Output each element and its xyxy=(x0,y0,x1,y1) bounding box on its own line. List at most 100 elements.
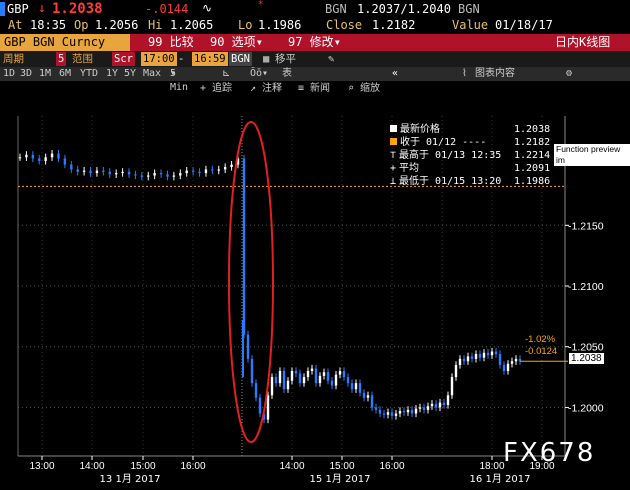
settings-gear-icon[interactable]: ⚙ xyxy=(566,67,572,81)
candle-body xyxy=(498,354,502,365)
candle-body xyxy=(95,170,99,174)
candle-body xyxy=(298,373,302,384)
candle-body xyxy=(458,358,462,365)
candle-body xyxy=(370,395,374,408)
bid-ask: 1.2037/1.2040 xyxy=(357,2,451,16)
range-max[interactable]: Max xyxy=(143,67,161,81)
legend-swatch-white xyxy=(390,125,397,132)
candle-body xyxy=(114,173,118,175)
candle-body xyxy=(217,169,220,171)
legend-swatch-orange xyxy=(390,138,397,145)
candle-body xyxy=(322,372,326,376)
candle-body xyxy=(346,377,350,384)
to-time-field[interactable]: 16:59 xyxy=(192,52,228,66)
source-field[interactable]: BGN xyxy=(229,52,252,66)
candle-body xyxy=(342,371,346,378)
chart-content-button[interactable]: 图表内容 xyxy=(475,67,515,81)
range-1y[interactable]: 1Y xyxy=(106,67,118,81)
candle-body xyxy=(63,158,67,165)
options-menu[interactable]: 90 选项▾ xyxy=(210,34,263,51)
candle-body xyxy=(354,383,358,390)
x-tick-label: 16:00 xyxy=(379,461,404,472)
candle-body xyxy=(394,413,398,416)
last-price: 1.2038 xyxy=(52,1,103,17)
highlight-ellipse xyxy=(228,121,274,443)
candle-body xyxy=(414,408,418,414)
candle-body xyxy=(246,334,250,359)
candle-body xyxy=(334,374,338,386)
legend-low: ⊥ 最低于 01/15 13:20 xyxy=(390,176,501,188)
candle-body xyxy=(314,368,318,384)
legend-avg: + 平均 xyxy=(390,163,419,175)
track-button[interactable]: 追踪 xyxy=(212,82,232,96)
candle-body xyxy=(147,175,150,177)
candle-body xyxy=(223,167,227,170)
range-1m[interactable]: 1M xyxy=(39,67,51,81)
compare-button[interactable]: 99 比较 xyxy=(148,34,194,51)
candle-body xyxy=(446,395,450,405)
candle-body xyxy=(374,407,378,410)
range-6m[interactable]: 6M xyxy=(59,67,71,81)
candle-body xyxy=(50,153,54,158)
candle-body xyxy=(44,157,47,161)
range-3d[interactable]: 3D xyxy=(20,67,32,81)
candle-style-icon[interactable]: Ōō▾ xyxy=(250,67,268,81)
candle-body xyxy=(442,402,446,405)
legend-last: 最新价格 xyxy=(390,124,440,136)
candle-body xyxy=(306,371,310,378)
candle-body xyxy=(318,375,322,384)
low-marker-icon: ⊥ xyxy=(390,176,397,187)
range-1d[interactable]: 1D xyxy=(3,67,15,81)
shift-label: 移平 xyxy=(275,53,296,65)
zoom-button[interactable]: 缩放 xyxy=(360,82,380,96)
candle-body xyxy=(406,409,410,413)
candle-body xyxy=(466,356,470,362)
note-icon: ↗ xyxy=(250,83,257,94)
candle-body xyxy=(490,351,494,356)
candle-body xyxy=(426,406,430,410)
line-chart-icon[interactable]: ⊾ xyxy=(222,67,230,81)
edit-menu[interactable]: 97 修改▾ xyxy=(288,34,341,51)
zoom-icon: ⌕ xyxy=(348,83,355,94)
security-field[interactable]: GBP BGN Curncy xyxy=(0,34,130,51)
trend-icon: ∿ xyxy=(202,1,213,15)
candle-body xyxy=(198,171,201,174)
candle-body xyxy=(294,371,298,374)
candle-body xyxy=(402,411,406,413)
chart-title: 日内K线图 xyxy=(555,35,611,49)
legend-last-label: 最新价格 xyxy=(400,124,440,135)
period-field[interactable]: 5 xyxy=(56,52,67,66)
candle-body xyxy=(153,173,156,176)
candle-body xyxy=(172,175,176,177)
pen-icon[interactable]: ✎ xyxy=(328,52,334,66)
range-5y[interactable]: 5Y xyxy=(124,67,136,81)
candle-body xyxy=(250,358,254,384)
x-tick-label: 14:00 xyxy=(279,461,304,472)
net-change: -.0144 xyxy=(145,2,189,16)
legend-close: 收于 01/12 ---- xyxy=(390,137,486,149)
chart-content-icon[interactable]: ⌇ xyxy=(462,67,467,81)
lo-value: 1.1986 xyxy=(258,18,302,32)
candle-body xyxy=(278,371,282,384)
scr-button[interactable]: Scr xyxy=(112,52,135,66)
candle-body xyxy=(510,361,514,364)
alert-star-icon: * xyxy=(258,0,264,10)
candle-body xyxy=(494,351,498,354)
x-date-label: 16 1月 2017 xyxy=(470,473,531,485)
legend-high: ⊤ 最高于 01/13 12:35 xyxy=(390,150,501,162)
collapse-icon[interactable]: « xyxy=(392,67,398,81)
candle-body xyxy=(478,354,482,358)
table-button[interactable]: 表 xyxy=(282,67,292,81)
candle-body xyxy=(390,412,394,416)
candle-body xyxy=(76,169,79,172)
y-tick-label: -1.2150 xyxy=(568,220,604,232)
at-label: At xyxy=(8,18,23,32)
y-tick-label: -1.2050 xyxy=(568,342,604,354)
from-time-field[interactable]: 17:00 xyxy=(141,52,177,66)
range-label: 范围 xyxy=(72,53,93,65)
candle-body xyxy=(366,395,370,398)
range-ytd[interactable]: YTD xyxy=(80,67,98,81)
checkbox-icon[interactable]: ■ xyxy=(263,52,269,66)
note-button[interactable]: 注释 xyxy=(262,82,282,96)
news-button[interactable]: 新闻 xyxy=(310,82,330,96)
